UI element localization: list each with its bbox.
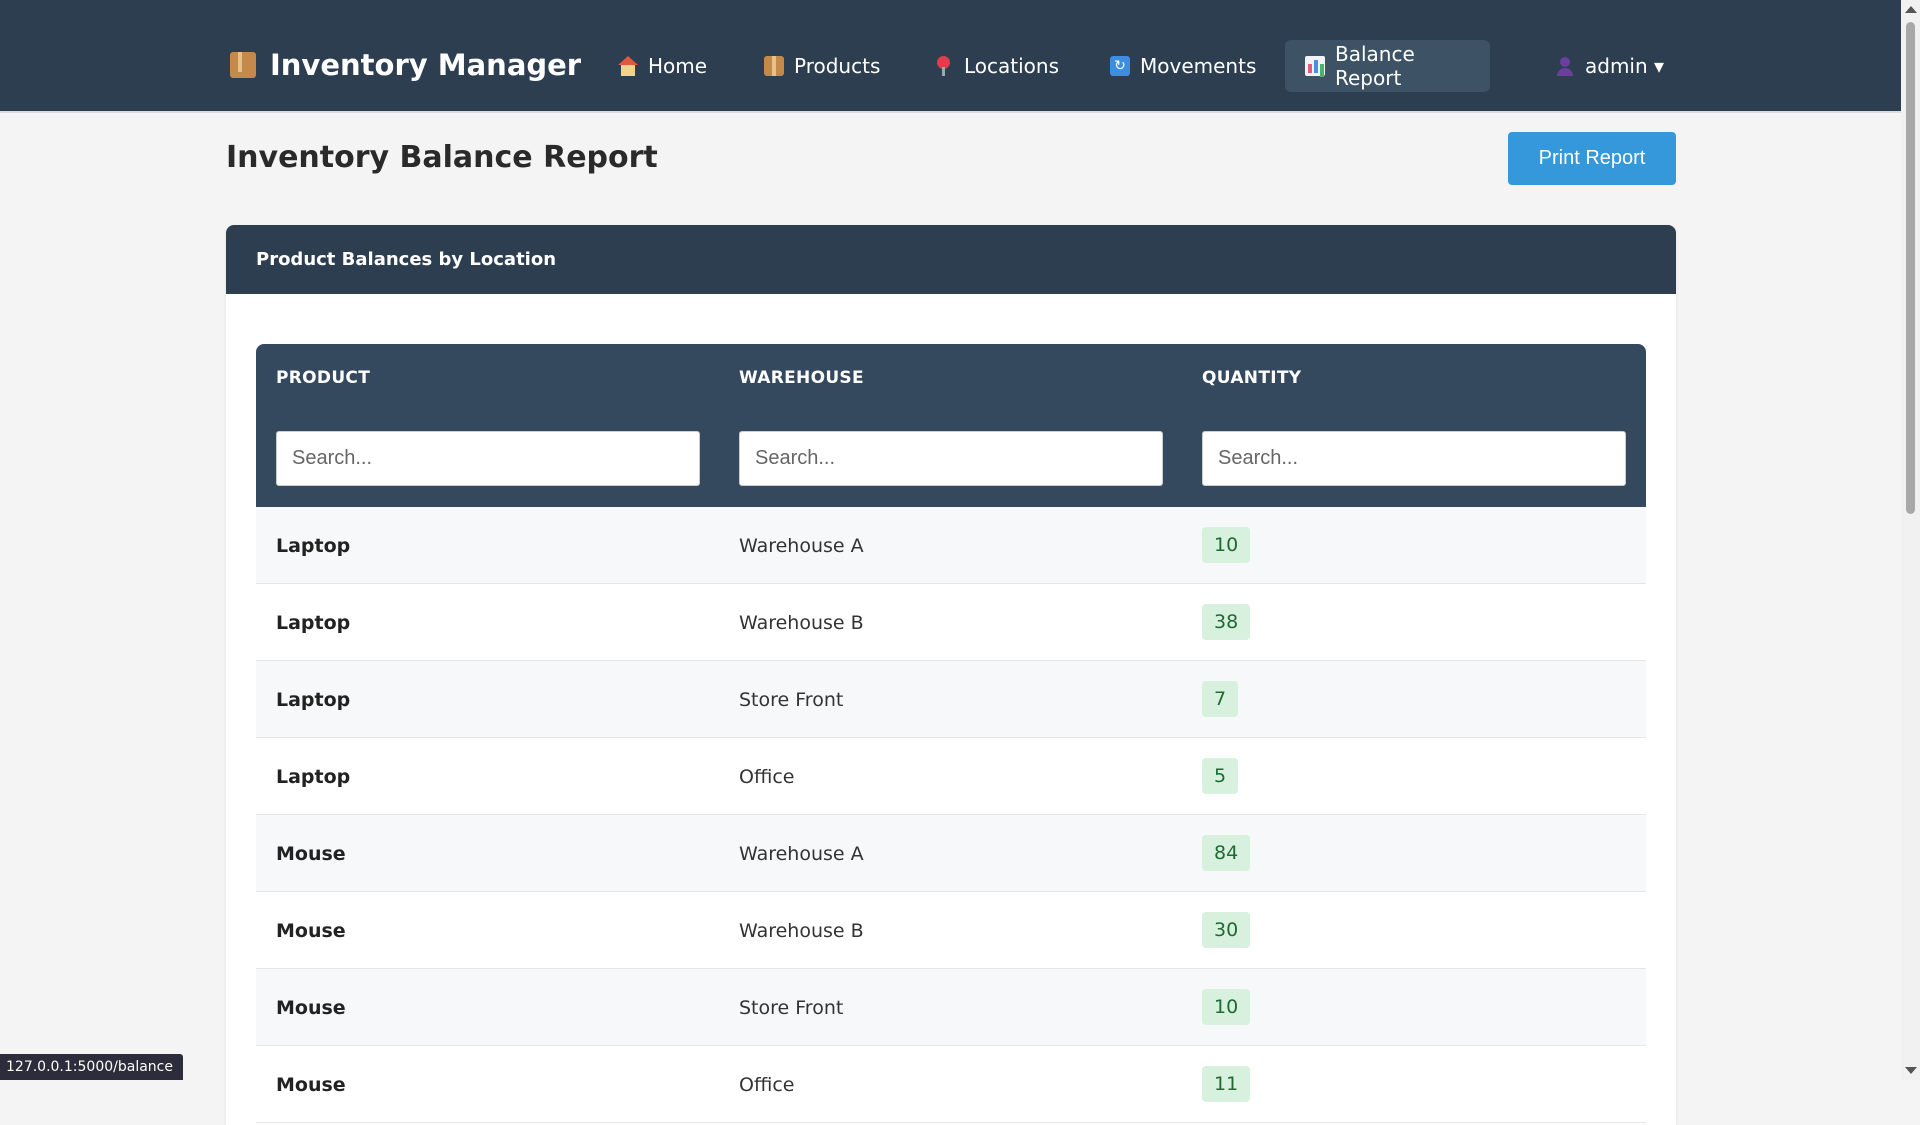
quantity-badge: 10	[1202, 989, 1251, 1025]
box-icon	[230, 52, 256, 78]
quantity-badge: 10	[1202, 527, 1251, 563]
user-menu-label: admin ▾	[1585, 54, 1665, 78]
quantity-search-input[interactable]	[1202, 431, 1626, 486]
cell-warehouse: Office	[739, 766, 795, 788]
user-menu[interactable]: admin ▾	[1535, 40, 1684, 92]
nav-item-movements[interactable]: ↻ Movements	[1090, 40, 1276, 92]
cell-warehouse: Office	[739, 1074, 795, 1096]
cell-warehouse: Store Front	[739, 689, 844, 711]
page-title: Inventory Balance Report	[226, 140, 658, 175]
nav-item-locations[interactable]: Locations	[914, 40, 1079, 92]
user-icon	[1555, 56, 1575, 76]
brand-title: Inventory Manager	[270, 48, 582, 82]
card-title: Product Balances by Location	[256, 249, 557, 270]
scroll-up-arrow-icon[interactable]	[1905, 6, 1917, 13]
cell-product: Mouse	[276, 920, 346, 942]
table-header: PRODUCT WAREHOUSE QUANTITY	[256, 344, 1646, 507]
quantity-badge: 84	[1202, 835, 1251, 871]
cell-product: Laptop	[276, 689, 351, 711]
scrollbar-thumb[interactable]	[1906, 22, 1915, 514]
quantity-badge: 7	[1202, 681, 1239, 717]
column-header-quantity[interactable]: QUANTITY	[1202, 368, 1301, 388]
balances-card: Product Balances by Location PRODUCT WAR…	[226, 225, 1676, 1125]
nav-item-label: Movements	[1140, 54, 1257, 78]
table-row: Laptop Store Front 7	[256, 661, 1646, 738]
status-url: 127.0.0.1:5000/balance	[0, 1054, 183, 1080]
cell-warehouse: Warehouse A	[739, 535, 864, 557]
nav-item-label: Products	[794, 54, 881, 78]
nav-item-products[interactable]: Products	[744, 40, 900, 92]
cell-product: Mouse	[276, 997, 346, 1019]
quantity-badge: 11	[1202, 1066, 1251, 1102]
brand[interactable]: Inventory Manager	[230, 48, 581, 82]
table-row: Laptop Warehouse B 38	[256, 584, 1646, 661]
cell-warehouse: Warehouse A	[739, 843, 864, 865]
cell-warehouse: Warehouse B	[739, 612, 864, 634]
column-header-warehouse[interactable]: WAREHOUSE	[739, 368, 864, 388]
cell-product: Laptop	[276, 535, 351, 557]
top-navbar: Inventory Manager Home Products Location…	[0, 0, 1901, 113]
cell-warehouse: Store Front	[739, 997, 844, 1019]
table-row: Mouse Office 11	[256, 1046, 1646, 1123]
table-row: Mouse Warehouse A 84	[256, 815, 1646, 892]
nav-item-label: Home	[648, 54, 708, 78]
cell-product: Laptop	[276, 612, 351, 634]
quantity-badge: 5	[1202, 758, 1239, 794]
quantity-badge: 38	[1202, 604, 1251, 640]
table-row: Mouse Warehouse B 30	[256, 892, 1646, 969]
column-header-product[interactable]: PRODUCT	[276, 368, 370, 388]
cell-product: Mouse	[276, 1074, 346, 1096]
balance-table: PRODUCT WAREHOUSE QUANTITY Laptop Wareho…	[256, 344, 1646, 1123]
product-search-input[interactable]	[276, 431, 700, 486]
table-row: Laptop Warehouse A 10	[256, 507, 1646, 584]
table-row: Mouse Store Front 10	[256, 969, 1646, 1046]
cell-warehouse: Warehouse B	[739, 920, 864, 942]
nav-item-label: Locations	[964, 54, 1060, 78]
page-scrollbar[interactable]	[1901, 0, 1920, 1080]
table-row: Laptop Office 5	[256, 738, 1646, 815]
warehouse-search-input[interactable]	[739, 431, 1163, 486]
home-icon	[618, 56, 638, 76]
nav-item-home[interactable]: Home	[598, 40, 727, 92]
chart-icon	[1305, 56, 1325, 76]
card-header: Product Balances by Location	[226, 225, 1676, 294]
pin-icon	[934, 56, 954, 76]
table-body: Laptop Warehouse A 10 Laptop Warehouse B…	[256, 507, 1646, 1123]
refresh-icon: ↻	[1110, 56, 1130, 76]
box-icon	[764, 56, 784, 76]
nav-item-label: Balance Report	[1335, 42, 1415, 90]
scroll-down-arrow-icon[interactable]	[1905, 1067, 1917, 1074]
quantity-badge: 30	[1202, 912, 1251, 948]
nav-item-balance-report[interactable]: Balance Report	[1285, 40, 1490, 92]
cell-product: Laptop	[276, 766, 351, 788]
cell-product: Mouse	[276, 843, 346, 865]
print-report-button[interactable]: Print Report	[1508, 132, 1676, 185]
